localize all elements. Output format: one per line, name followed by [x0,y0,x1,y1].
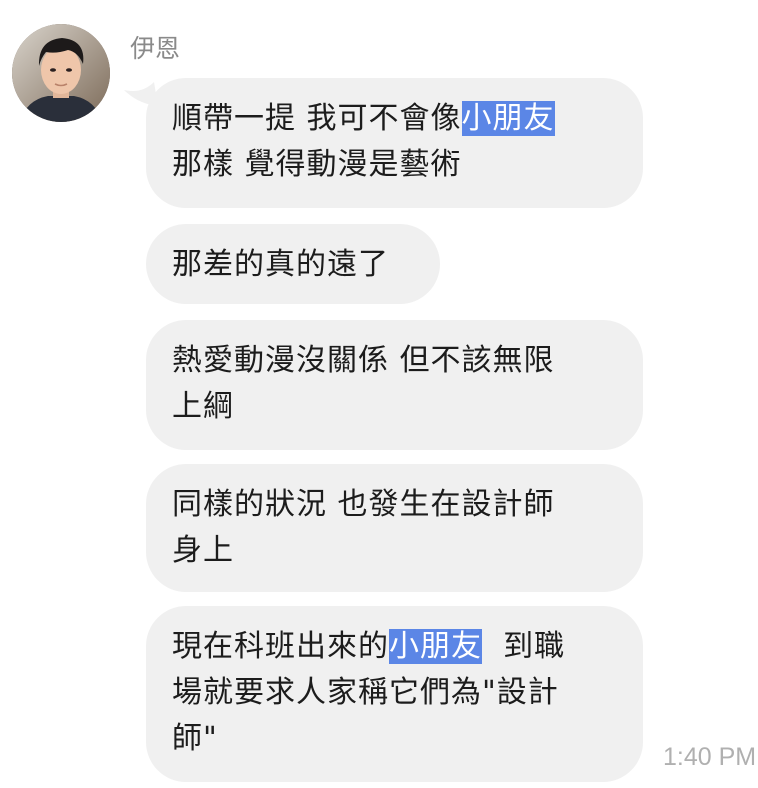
message-line: 上綱 [172,389,234,424]
message-line: 身上 [172,533,234,568]
sender-avatar[interactable] [12,24,110,122]
avatar-photo [12,24,110,122]
message-bubble[interactable]: 熱愛動漫沒關係 但不該無限 上綱 [146,320,643,450]
message-bubble[interactable]: 同樣的狀況 也發生在設計師 身上 [146,464,643,592]
message-line: 那差的真的遠了 [172,247,389,282]
message-timestamp: 1:40 PM [663,743,757,771]
message-line: 那樣 覺得動漫是藝術 [172,147,462,182]
sender-name: 伊恩 [130,34,181,63]
message-bubble[interactable]: 那差的真的遠了 [146,224,440,304]
message-line: 場就要求人家稱它們為"設計 [172,675,559,710]
message-line: 熱愛動漫沒關係 但不該無限 [172,343,555,378]
message-line: 同樣的狀況 也發生在設計師 [172,487,555,522]
highlighted-text: 小朋友 [461,101,555,136]
highlighted-text: 小朋友 [389,629,482,664]
message-line: 現在科班出來的小朋友 到職 [172,629,566,664]
message-line: 師" [172,721,218,756]
message-bubble[interactable]: 順帶一提 我可不會像小朋友 那樣 覺得動漫是藝術 [146,78,643,208]
message-bubble[interactable]: 現在科班出來的小朋友 到職 場就要求人家稱它們為"設計 師" [146,606,643,782]
message-line: 順帶一提 我可不會像小朋友 [172,101,555,136]
